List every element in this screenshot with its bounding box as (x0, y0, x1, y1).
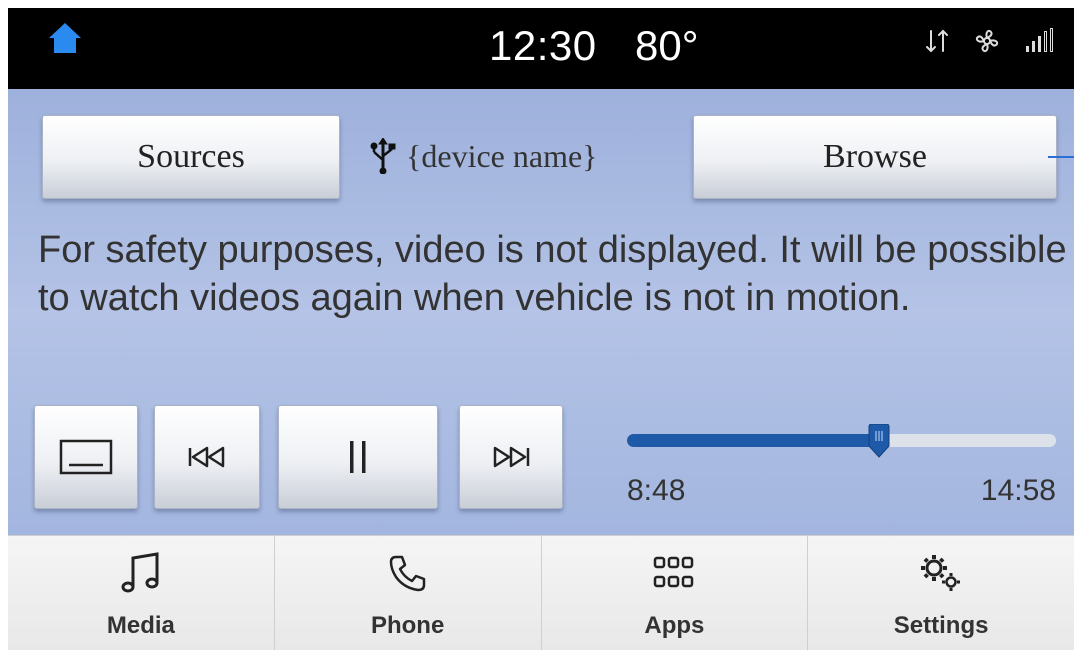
sources-button[interactable]: Sources (42, 115, 340, 199)
nav-settings-label: Settings (893, 612, 989, 639)
next-track-icon (493, 446, 530, 468)
media-main-panel: Sources {device name} Browse For safety … (8, 89, 1074, 535)
pause-icon (350, 441, 366, 473)
apps-grid-icon (654, 556, 694, 588)
outside-temperature: 80° (635, 22, 699, 69)
status-icons (924, 26, 1054, 56)
safety-message: For safety purposes, video is not displa… (38, 229, 1067, 319)
playback-progress-slider[interactable] (627, 424, 1056, 458)
usb-icon (370, 138, 396, 174)
data-transfer-icon (926, 29, 948, 53)
music-note-icon (121, 552, 159, 593)
clock-time: 12:30 (489, 22, 597, 69)
pause-button[interactable] (278, 405, 438, 509)
nav-phone[interactable]: Phone (275, 536, 542, 650)
climate-fan-icon (975, 29, 999, 53)
nav-apps[interactable]: Apps (542, 536, 809, 650)
infotainment-screen: 12:30 80° Sources {device name} Browse F… (8, 8, 1074, 650)
home-icon[interactable] (47, 20, 83, 56)
browse-connector-line (1048, 156, 1074, 158)
signal-strength-icon (1026, 28, 1053, 52)
device-info: {device name} (370, 129, 598, 183)
nav-media-label: Media (106, 612, 175, 639)
progress-thumb[interactable] (866, 424, 892, 458)
previous-track-button[interactable] (154, 405, 260, 509)
phone-icon (389, 555, 425, 592)
browse-button[interactable]: Browse (693, 115, 1057, 199)
previous-track-icon (188, 446, 225, 468)
screen-toggle-button[interactable] (34, 405, 138, 509)
device-name: {device name} (406, 137, 598, 174)
bottom-navigation: Media Phone Apps Settings (8, 535, 1074, 650)
nav-settings[interactable]: Settings (808, 536, 1074, 650)
next-track-button[interactable] (459, 405, 563, 509)
elapsed-time: 8:48 (627, 474, 686, 507)
status-bar: 12:30 80° (8, 8, 1074, 89)
browse-button-label: Browse (823, 138, 927, 175)
nav-media[interactable]: Media (8, 536, 275, 650)
sources-button-label: Sources (137, 138, 245, 175)
total-time: 14:58 (980, 474, 1056, 507)
progress-fill (627, 434, 880, 447)
settings-gears-icon (921, 555, 961, 591)
screen-toggle-icon (59, 439, 113, 475)
nav-apps-label: Apps (644, 612, 705, 639)
nav-phone-label: Phone (370, 612, 445, 639)
